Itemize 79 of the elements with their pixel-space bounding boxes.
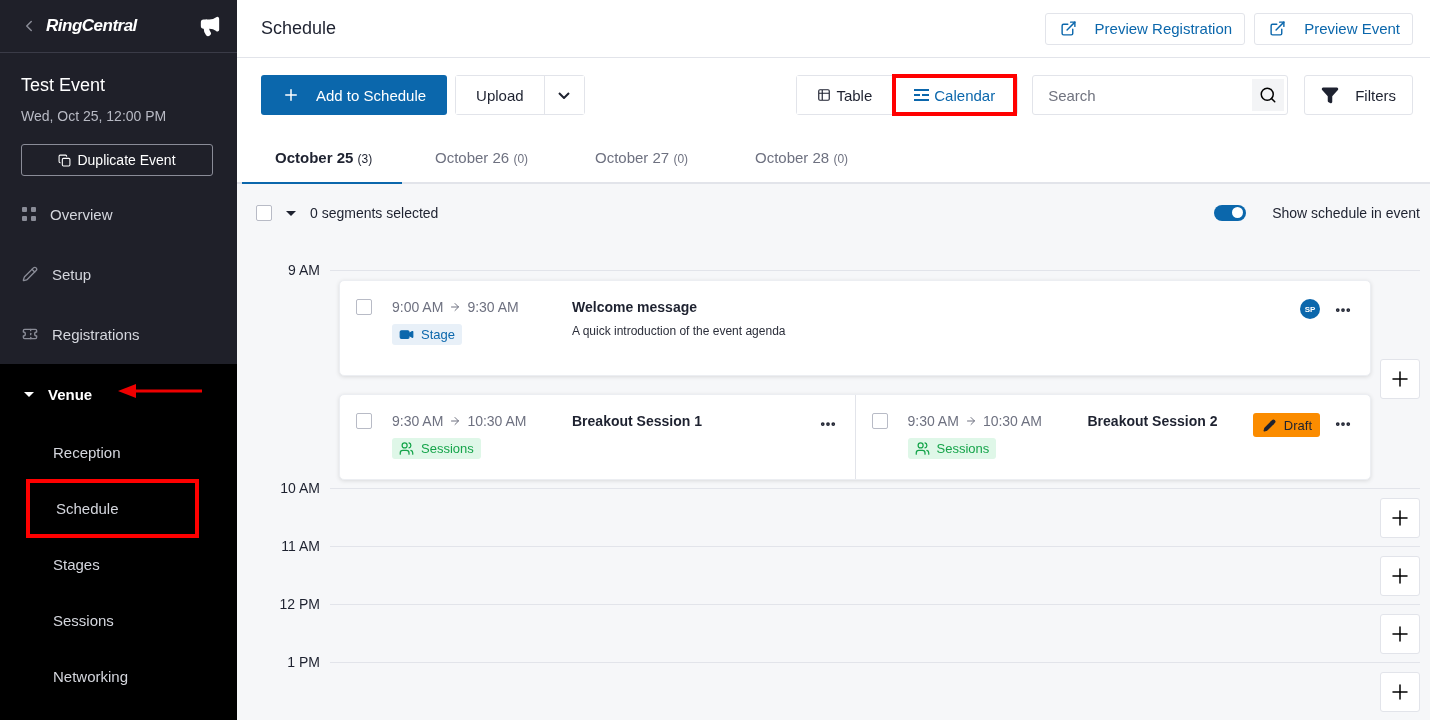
table-icon	[817, 88, 832, 102]
grid-icon	[22, 207, 36, 221]
ticket-icon	[22, 326, 38, 342]
start-time: 9:00 AM	[392, 299, 444, 315]
add-to-schedule-button[interactable]: Add to Schedule	[261, 75, 448, 115]
page-title: Schedule	[261, 18, 338, 39]
draft-badge: Draft	[1252, 413, 1320, 437]
nav-item[interactable]: Sessions	[53, 611, 114, 629]
selection-count: 0 segments selected	[310, 204, 439, 221]
start-time: 9:30 AM	[392, 413, 444, 429]
people-icon	[399, 441, 414, 456]
hour-label: 1 PM	[286, 654, 320, 672]
checkbox[interactable]	[356, 299, 372, 315]
nav-item[interactable]: Registrations	[0, 304, 237, 364]
plus-icon	[282, 86, 300, 104]
checkbox[interactable]	[356, 413, 372, 429]
toggle-label: Show schedule in event	[1272, 204, 1420, 221]
start-time: 9:30 AM	[907, 413, 959, 429]
segment-title: Welcome message	[572, 299, 699, 315]
avatar: SP	[1300, 299, 1320, 319]
nav-item[interactable]: Setup	[0, 244, 237, 304]
nav-item[interactable]: Stages	[53, 555, 100, 573]
view-toggle[interactable]: Calendar	[892, 74, 1018, 116]
video-camera-icon	[399, 327, 414, 342]
add-segment-button[interactable]	[1380, 498, 1420, 538]
duplicate-event-button[interactable]: Duplicate Event	[21, 144, 213, 176]
nav-item[interactable]: Schedule	[26, 478, 199, 538]
select-all-checkbox[interactable]	[256, 204, 272, 221]
segment-tag: Sessions	[907, 438, 997, 459]
pencil-icon	[22, 266, 38, 282]
megaphone-icon[interactable]	[199, 15, 221, 37]
search-icon	[1259, 86, 1278, 104]
arrow-icon	[449, 415, 462, 427]
filters-button[interactable]: Filters	[1304, 75, 1413, 115]
segment-card[interactable]: 9:00 AM 9:30 AM Stage Welcome message A quick introduction of the event agenda SP	[339, 280, 1371, 376]
arrow-icon	[449, 301, 462, 313]
segment-title: Breakout Session 1	[572, 413, 703, 429]
chevron-down-icon	[558, 91, 571, 99]
copy-icon	[58, 153, 72, 167]
arrow-icon	[964, 415, 977, 427]
external-link-icon	[1269, 20, 1287, 37]
nav-item[interactable]: Overview	[0, 184, 237, 244]
search-button[interactable]	[1252, 79, 1285, 111]
people-icon	[914, 441, 930, 456]
hour-label: 9 AM	[287, 262, 320, 280]
segment-card[interactable]: 9:30 AM 10:30 AM Sessions Breakout Session 1 9:30 AM 10:30 AM Sessions Breakout Session 2 Draft	[339, 394, 1371, 480]
segment-description: A quick introduction of the event agenda	[572, 324, 787, 338]
nav-group[interactable]: Venue	[0, 364, 237, 424]
add-segment-button[interactable]	[1380, 614, 1420, 654]
segment-title: Breakout Session 2	[1087, 413, 1219, 429]
end-time: 10:30 AM	[982, 413, 1043, 429]
end-time: 10:30 AM	[467, 413, 527, 429]
segment-tag: Stage	[392, 324, 462, 345]
nav-item[interactable]: Reception	[53, 443, 121, 461]
event-title: Test Event	[20, 74, 107, 96]
calendar-rows-icon	[914, 89, 930, 101]
filter-icon	[1321, 86, 1340, 104]
hour-label: 12 PM	[278, 596, 320, 614]
date-tab[interactable]: October 27 (0)	[562, 132, 722, 184]
event-date: Wed, Oct 25, 12:00 PM	[20, 107, 168, 124]
nav-item[interactable]: Networking	[53, 667, 129, 685]
add-segment-button[interactable]	[1380, 556, 1420, 596]
caret-icon	[24, 389, 34, 399]
preview-button[interactable]: Preview Event	[1254, 12, 1413, 45]
preview-button[interactable]: Preview Registration	[1044, 12, 1246, 45]
pencil-icon	[1262, 418, 1276, 432]
toggle-switch[interactable]	[1214, 204, 1247, 221]
checkbox[interactable]	[871, 413, 888, 429]
date-tab[interactable]: October 26 (0)	[402, 132, 562, 184]
end-time: 9:30 AM	[467, 299, 519, 315]
add-segment-button[interactable]	[1380, 359, 1420, 399]
logo: RingCentral	[46, 16, 139, 36]
hour-label: 11 AM	[280, 538, 320, 556]
add-segment-button[interactable]	[1380, 672, 1420, 712]
external-link-icon	[1059, 20, 1077, 37]
date-tab[interactable]: October 28 (0)	[722, 132, 882, 184]
search-field[interactable]: Search	[1032, 75, 1289, 115]
hour-label: 10 AM	[279, 480, 320, 498]
segment-tag: Sessions	[392, 438, 481, 459]
